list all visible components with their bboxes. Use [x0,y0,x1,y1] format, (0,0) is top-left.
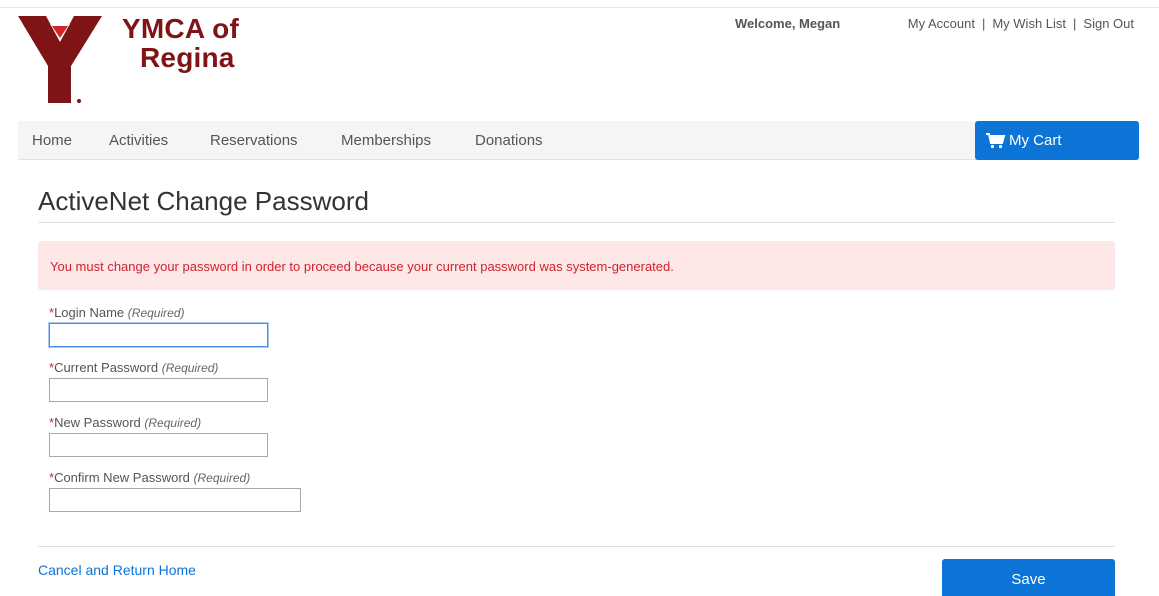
logo-line-2: Regina [140,42,235,73]
ymca-y-icon [18,16,102,103]
my-wish-list-link[interactable]: My Wish List [992,16,1066,31]
nav-item-activities[interactable]: Activities [109,132,168,149]
actions-divider [38,546,1115,547]
link-separator: | [1073,16,1077,31]
link-separator: | [981,16,986,31]
my-account-link[interactable]: My Account [908,16,975,31]
confirm-password-input[interactable] [49,488,301,512]
page-title: ActiveNet Change Password [38,186,369,216]
title-divider [38,222,1115,223]
my-cart-label: My Cart [1009,132,1062,149]
login-name-label: *Login Name (Required) [49,305,185,320]
required-note: (Required) [193,471,251,485]
logo-line-1: YMCA of [122,13,240,44]
confirm-password-label: *Confirm New Password (Required) [49,470,251,485]
alert-message: You must change your password in order t… [50,259,674,274]
nav-item-reservations[interactable]: Reservations [210,132,298,149]
confirm-password-field: *Confirm New Password (Required) [49,470,301,512]
required-note: (Required) [161,361,219,375]
new-password-field: *New Password (Required) [49,415,268,457]
logo-wordmark: YMCA of Regina [122,14,239,72]
welcome-message: Welcome, Megan [735,16,841,31]
shopping-cart-icon [986,132,1006,148]
cancel-return-home-link[interactable]: Cancel and Return Home [38,562,196,578]
main-nav: Home Activities Reservations Memberships… [18,121,1139,160]
new-password-input[interactable] [49,433,268,457]
error-alert: You must change your password in order t… [38,241,1115,290]
new-password-label: *New Password (Required) [49,415,202,430]
login-name-input[interactable] [49,323,268,347]
save-button[interactable]: Save [942,559,1115,596]
nav-item-memberships[interactable]: Memberships [341,132,431,149]
sign-out-link[interactable]: Sign Out [1083,16,1134,31]
login-name-field: *Login Name (Required) [49,305,268,347]
current-password-field: *Current Password (Required) [49,360,268,402]
required-note: (Required) [127,306,185,320]
my-cart-button[interactable]: My Cart [975,121,1139,160]
nav-item-donations[interactable]: Donations [475,132,543,149]
account-links: My Account | My Wish List | Sign Out [908,16,1134,31]
nav-item-home[interactable]: Home [32,132,72,149]
current-password-input[interactable] [49,378,268,402]
ymca-logo[interactable]: YMCA of Regina [18,8,258,108]
required-note: (Required) [144,416,202,430]
current-password-label: *Current Password (Required) [49,360,219,375]
